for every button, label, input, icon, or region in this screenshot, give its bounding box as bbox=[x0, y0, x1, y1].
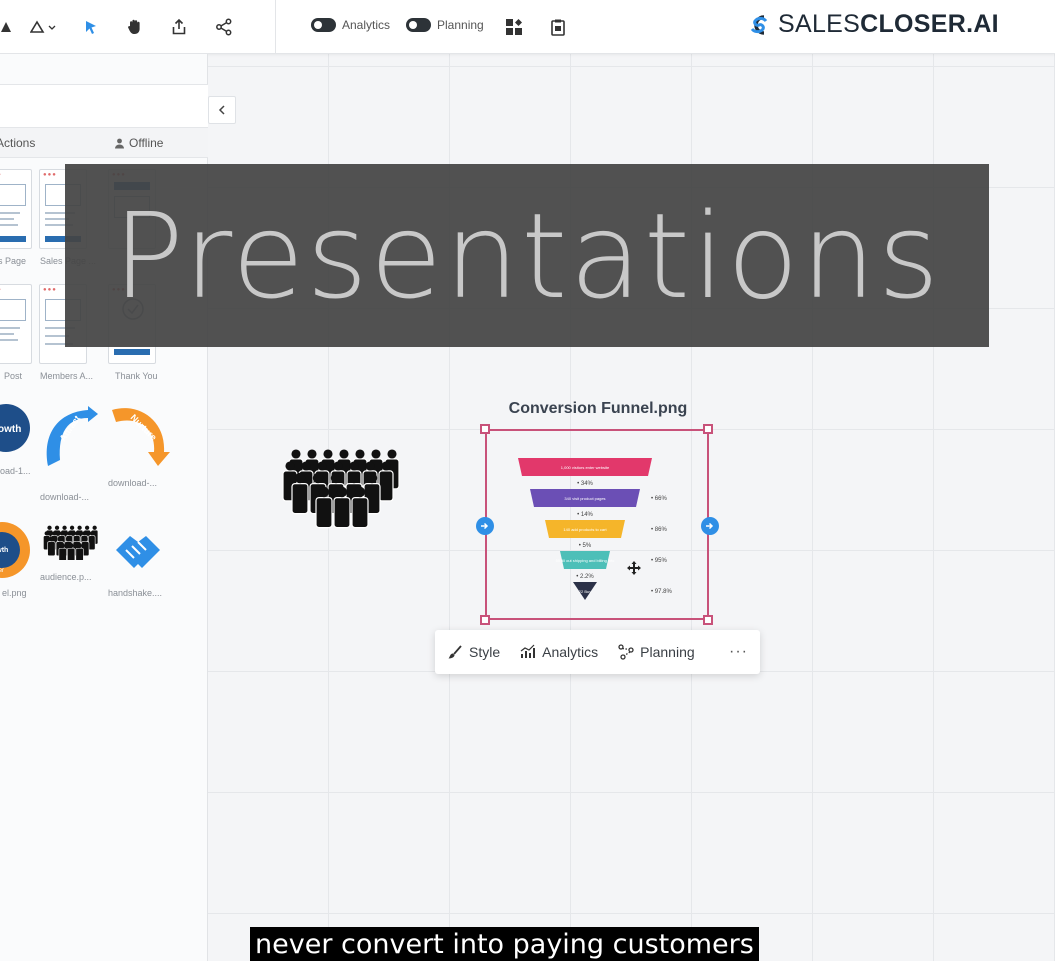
funnel-cycle-asset[interactable]: owth sfer bbox=[0, 520, 32, 585]
template-label: s Page bbox=[0, 256, 27, 266]
template-thumbnail[interactable]: ●●● bbox=[0, 169, 32, 249]
funnel-conversion-rate: • 5% bbox=[579, 543, 592, 549]
title-overlay-banner: Presentations bbox=[65, 164, 989, 347]
image-title: Conversion Funnel.png bbox=[508, 400, 688, 417]
resize-handle-bottom-left[interactable] bbox=[480, 615, 490, 625]
nurture-arrow-asset[interactable]: Nurture bbox=[108, 400, 170, 475]
template-label: Post bbox=[4, 371, 23, 381]
connector-handle-left[interactable] bbox=[476, 517, 494, 535]
panel-tabs: Actions Offline bbox=[0, 128, 208, 158]
funnel-stage-label: 1,000 visitors enter website bbox=[561, 465, 610, 470]
resize-handle-bottom-right[interactable] bbox=[703, 615, 713, 625]
growth-circle-asset[interactable]: owth bbox=[0, 400, 32, 461]
asset-label: el.png bbox=[2, 588, 27, 598]
tab-actions[interactable]: Actions bbox=[0, 136, 35, 150]
funnel-dropoff-rate: • 95% bbox=[651, 558, 667, 564]
video-caption: never convert into paying customers bbox=[250, 927, 759, 961]
funnel-stage-label: 140 add products to cart bbox=[563, 527, 607, 532]
funnel-conversion-rate: • 2.2% bbox=[576, 574, 594, 580]
chevron-left-icon bbox=[218, 105, 225, 115]
planning-button[interactable]: Planning bbox=[608, 630, 705, 674]
pointer-icon[interactable] bbox=[79, 15, 103, 39]
banner-title: Presentations bbox=[112, 186, 942, 325]
toggle-switch-icon bbox=[406, 18, 431, 32]
asset-label: audience.p... bbox=[40, 572, 92, 582]
funnel-stage-label: 50 fill out shipping and billing info bbox=[556, 558, 615, 563]
brand-logo: SALESCLOSER.AI bbox=[746, 10, 999, 39]
arrow-right-icon bbox=[706, 522, 714, 530]
funnel-stage-label: 22 Buy bbox=[579, 589, 591, 594]
connector-handle-right[interactable] bbox=[701, 517, 719, 535]
asset-label: download-... bbox=[108, 478, 158, 488]
toolbar-divider bbox=[275, 0, 276, 54]
template-label: Members A... bbox=[40, 371, 94, 381]
audience-crowd-element[interactable] bbox=[280, 446, 404, 535]
funnel-dropoff-rate: • 86% bbox=[651, 527, 667, 533]
analytics-button[interactable]: Analytics bbox=[510, 630, 608, 674]
hand-icon[interactable] bbox=[123, 15, 147, 39]
funnel-dropoff-rate: • 66% bbox=[651, 496, 667, 502]
clipboard-icon[interactable] bbox=[546, 15, 570, 39]
share-upload-icon[interactable] bbox=[167, 15, 191, 39]
more-options-button[interactable]: ··· bbox=[729, 643, 760, 661]
triangle-filled-icon[interactable] bbox=[0, 15, 18, 39]
top-toolbar: Analytics Planning SALESCLOSER.AI bbox=[0, 0, 1055, 54]
toggle-switch-icon bbox=[311, 18, 336, 32]
people-group-icon bbox=[282, 449, 400, 529]
brand-mark-icon bbox=[750, 14, 768, 35]
funnel-conversion-rate: • 34% bbox=[577, 481, 593, 487]
arrow-right-icon bbox=[481, 522, 489, 530]
template-thumbnail[interactable]: ●●● bbox=[0, 284, 32, 364]
resize-handle-top-left[interactable] bbox=[480, 424, 490, 434]
user-icon bbox=[115, 138, 124, 148]
resize-handle-top-right[interactable] bbox=[703, 424, 713, 434]
share-icon[interactable] bbox=[212, 15, 236, 39]
brand-name: SALESCLOSER.AI bbox=[778, 10, 999, 38]
tab-offline[interactable]: Offline bbox=[114, 136, 163, 150]
analytics-toggle-label: Analytics bbox=[342, 18, 391, 32]
conversion-funnel-image: 1,000 visitors enter website 340 visit pr… bbox=[518, 458, 672, 600]
style-button[interactable]: Style bbox=[435, 630, 510, 674]
layout-grid-icon[interactable] bbox=[502, 15, 526, 39]
funnel-conversion-rate: • 14% bbox=[577, 512, 593, 518]
attract-arrow-asset[interactable]: Attract bbox=[38, 400, 100, 485]
audience-people-asset[interactable] bbox=[42, 524, 100, 565]
brush-icon bbox=[448, 645, 462, 659]
analytics-toggle[interactable]: Analytics bbox=[311, 18, 390, 32]
element-context-toolbar: Style Analytics Planning ··· bbox=[435, 630, 760, 674]
analytics-bars-icon bbox=[520, 644, 536, 658]
handshake-asset[interactable] bbox=[112, 528, 164, 577]
svg-text:owth: owth bbox=[0, 424, 21, 435]
template-label: Thank You bbox=[115, 371, 158, 381]
triangle-outline-dropdown-icon[interactable] bbox=[28, 15, 62, 39]
svg-text:owth: owth bbox=[0, 547, 8, 554]
move-cursor-icon bbox=[627, 561, 641, 580]
asset-label: load-1... bbox=[0, 466, 31, 476]
funnel-stage-label: 340 visit product pages bbox=[564, 496, 605, 501]
collapse-panel-button[interactable] bbox=[208, 96, 236, 124]
planning-toggle[interactable]: Planning bbox=[406, 18, 484, 32]
selected-image-element[interactable]: 1,000 visitors enter website 340 visit pr… bbox=[485, 429, 709, 620]
funnel-dropoff-rate: • 97.8% bbox=[651, 589, 672, 595]
planning-nodes-icon bbox=[618, 644, 634, 660]
planning-toggle-label: Planning bbox=[437, 18, 484, 32]
asset-label: download-... bbox=[40, 492, 90, 502]
svg-text:sfer: sfer bbox=[0, 568, 4, 574]
panel-search-input[interactable] bbox=[0, 84, 208, 128]
asset-label: handshake.... bbox=[108, 588, 163, 598]
